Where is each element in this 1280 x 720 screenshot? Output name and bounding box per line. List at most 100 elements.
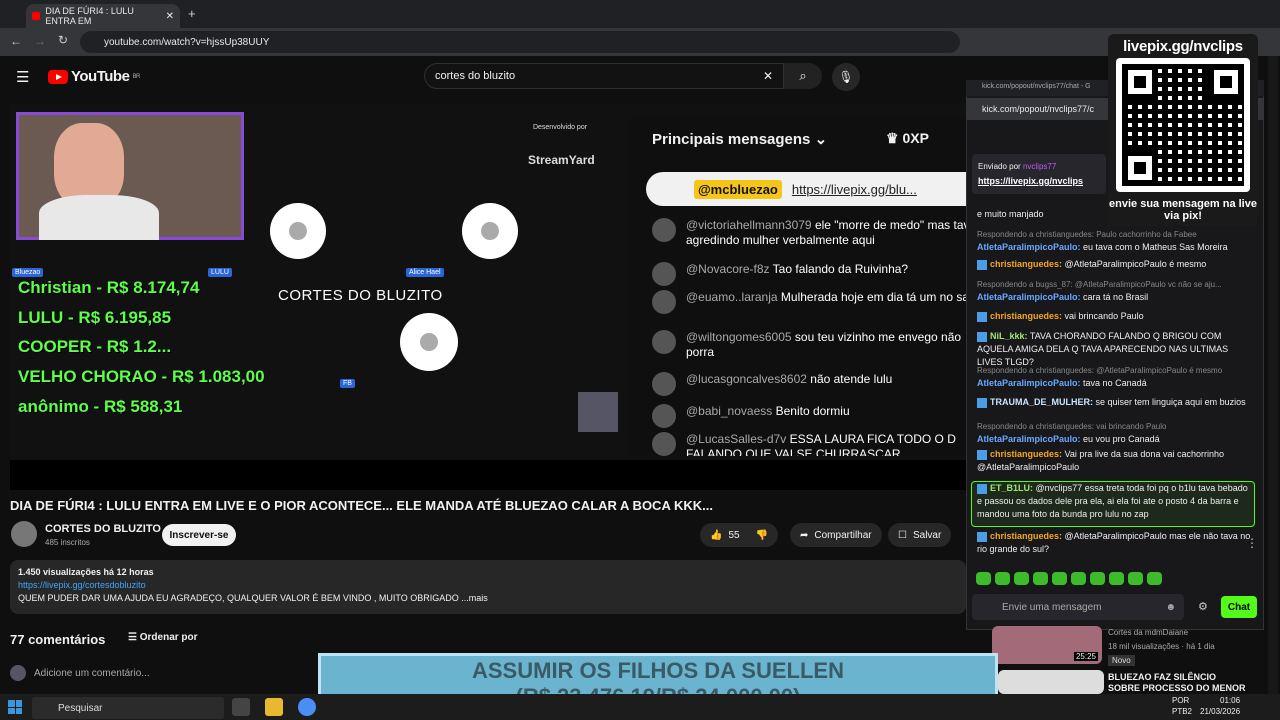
voice-search-button[interactable]: 🎙 xyxy=(832,63,860,91)
keyboard-layout: PTB2 xyxy=(1172,707,1193,716)
add-comment[interactable]: Adicione um comentário... xyxy=(10,665,150,681)
message-username[interactable]: AtletaParalimpicoPaulo: xyxy=(977,292,1081,302)
taskbar-search[interactable]: Pesquisar xyxy=(32,697,224,719)
participant-thumbnail xyxy=(578,392,618,432)
message-username[interactable]: christianguedes: xyxy=(990,311,1062,321)
pinned-link[interactable]: https://livepix.gg/blu... xyxy=(792,182,917,197)
share-button[interactable]: ➦ Compartilhar xyxy=(790,523,882,547)
sent-by-label: Enviado por xyxy=(978,162,1021,171)
thumbs-up-icon: 👍 xyxy=(710,529,723,541)
subscribe-button[interactable]: Inscrever-se xyxy=(162,524,236,546)
user-avatar xyxy=(10,665,26,681)
kick-message: Respondendo a bugss_87: @AtletaParalimpi… xyxy=(977,278,1253,304)
participant-avatar xyxy=(270,203,326,259)
system-tray[interactable]: POR PTB2 01:06 21/03/2026 xyxy=(1172,695,1240,717)
emote-bar[interactable] xyxy=(976,572,1162,585)
back-icon[interactable]: ← xyxy=(10,34,22,48)
chrome-icon[interactable] xyxy=(298,698,316,716)
tab-title: DIA DE FÚRI4 : LULU ENTRA EM xyxy=(45,6,134,26)
recommended-thumbnail[interactable] xyxy=(998,670,1104,694)
comment-count: 77 comentários xyxy=(10,632,106,647)
description-text: QUEM PUDER DAR UMA AJUDA EU AGRADEÇO, QU… xyxy=(18,593,488,603)
channel-name[interactable]: CORTES DO BLUZITO xyxy=(45,523,161,535)
close-tab-icon[interactable]: ✕ xyxy=(166,11,174,22)
thumbs-down-icon[interactable]: 👎 xyxy=(756,530,768,541)
clear-search-icon[interactable]: ✕ xyxy=(763,69,773,83)
reply-context: Respondendo a christianguedes: vai brinc… xyxy=(977,422,1167,431)
message-input[interactable]: Envie uma mensagem ☻ xyxy=(972,594,1184,620)
message-username[interactable]: AtletaParalimpicoPaulo: xyxy=(977,378,1081,388)
search-icon: ⌕ xyxy=(799,68,807,83)
message-text: eu vou pro Canadá xyxy=(1083,434,1160,444)
recommended-meta: 18 mil visualizações · há 1 dia xyxy=(1108,642,1215,651)
participant-tag: FB xyxy=(340,379,355,388)
task-view-icon[interactable] xyxy=(232,698,250,716)
sort-button[interactable]: ☰ Ordenar por xyxy=(128,632,198,643)
clock-date: 21/03/2026 xyxy=(1200,707,1241,716)
emoji-icon[interactable]: ☻ xyxy=(1165,602,1176,613)
message-username[interactable]: christianguedes: xyxy=(990,449,1062,459)
participant-avatar xyxy=(462,203,518,259)
message-text: cara tá no Brasil xyxy=(1083,292,1149,302)
message-username[interactable]: TRAUMA_DE_MULHER: xyxy=(990,397,1093,407)
clock-time: 01:06 xyxy=(1220,696,1241,705)
participant-avatar xyxy=(400,313,458,371)
goal-title: ASSUMIR OS FILHOS DA SUELLEN xyxy=(472,658,844,683)
save-button[interactable]: ☐ Salvar xyxy=(888,523,952,547)
recommended-thumbnail[interactable]: 25:25 xyxy=(992,626,1102,664)
menu-icon[interactable]: ☰ xyxy=(16,68,29,86)
message-username[interactable]: ET_B1LU: xyxy=(990,483,1033,493)
chat-message: @LucasSalles-d7v ESSA LAURA FICA TODO O … xyxy=(652,432,976,456)
webcam-feed xyxy=(16,112,244,240)
browser-tab[interactable]: DIA DE FÚRI4 : LULU ENTRA EM ✕ xyxy=(26,4,180,28)
windows-start-icon[interactable] xyxy=(8,700,22,714)
sub-badge-icon xyxy=(977,397,987,408)
logo-text: YouTube xyxy=(71,68,130,85)
message-text: se quiser tem linguiça aqui em buzios xyxy=(1095,397,1246,407)
donor-line: LULU - R$ 6.195,85 xyxy=(18,308,172,327)
page-scrollbar[interactable] xyxy=(1268,56,1278,694)
file-explorer-icon[interactable] xyxy=(265,698,283,716)
save-label: Salvar xyxy=(912,529,942,541)
message-username[interactable]: christianguedes: xyxy=(990,531,1062,541)
description-box[interactable]: 1.450 visualizações há 12 horas https://… xyxy=(10,560,966,614)
message-username[interactable]: AtletaParalimpicoPaulo: xyxy=(977,434,1081,444)
message-username[interactable]: AtletaParalimpicoPaulo: xyxy=(977,242,1081,252)
search-button[interactable]: ⌕ xyxy=(784,63,822,89)
search-input[interactable]: cortes do bluzito ✕ xyxy=(424,63,784,89)
new-tab-icon[interactable]: + xyxy=(188,6,196,21)
sent-user: nvclips77 xyxy=(1022,162,1057,171)
message-text: eu tava com o Matheus Sas Moreira xyxy=(1083,242,1228,252)
chat-message: @Novacore-f8z Tao falando da Ruivinha? xyxy=(652,262,976,286)
kick-message: ET_B1LU: @nvclips77 essa treta toda foi … xyxy=(977,482,1253,521)
forward-icon[interactable]: → xyxy=(34,34,46,48)
settings-gear-icon[interactable]: ⚙ xyxy=(1198,600,1208,613)
reload-icon[interactable]: ↻ xyxy=(58,33,68,47)
address-bar[interactable]: youtube.com/watch?v=hjssUp38UUY xyxy=(80,31,960,53)
sent-link[interactable]: https://livepix.gg/nvclips xyxy=(978,176,1083,186)
pinned-message: @mcbluezao https://livepix.gg/blu... xyxy=(646,172,976,206)
donor-line: VELHO CHORAO - R$ 1.083,00 xyxy=(18,367,265,386)
video-title: DIA DE FÚRI4 : LULU ENTRA EM LIVE E O PI… xyxy=(10,498,713,513)
sub-badge-icon xyxy=(977,311,987,322)
message-username[interactable]: christianguedes: xyxy=(990,259,1062,269)
description-link[interactable]: https://livepix.gg/cortesdobluzito xyxy=(18,580,146,590)
video-controls[interactable] xyxy=(10,460,976,490)
chat-message: @euamo..laranja Mulherada hoje em dia tá… xyxy=(652,290,976,314)
chat-header: Principais mensagens ⌄ xyxy=(652,131,828,148)
recommended-channel[interactable]: Cortes da mdmDaiane xyxy=(1108,628,1188,637)
youtube-play-icon xyxy=(48,69,68,84)
channel-avatar[interactable] xyxy=(11,521,37,547)
kick-message: Respondendo a christianguedes: vai brinc… xyxy=(977,420,1253,446)
more-icon[interactable]: ⋮ xyxy=(1246,536,1258,550)
message-text: e muito manjado xyxy=(977,209,1044,219)
embedded-live-chat: Principais mensagens ⌄ ♛ 0XP @mcbluezao … xyxy=(628,116,976,456)
message-username[interactable]: NiL_kkk: xyxy=(990,331,1028,341)
share-icon: ➦ xyxy=(800,529,809,541)
like-button[interactable]: 👍 55 👎 xyxy=(700,523,779,547)
reply-context: Respondendo a christianguedes: @AtletaPa… xyxy=(977,366,1223,375)
youtube-logo[interactable]: YouTube BR xyxy=(48,68,140,85)
send-chat-button[interactable]: Chat xyxy=(1221,596,1257,618)
language-label: POR xyxy=(1172,696,1190,705)
sort-label: Ordenar por xyxy=(139,632,198,643)
